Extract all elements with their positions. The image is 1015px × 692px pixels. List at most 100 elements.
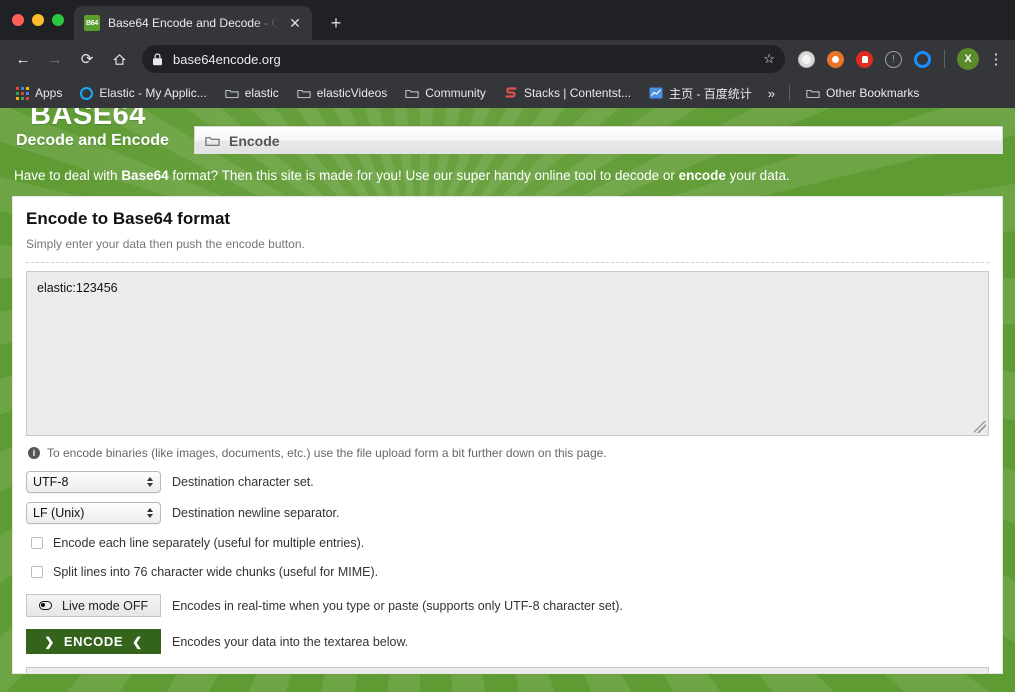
card-subtitle: Simply enter your data then push the enc… bbox=[26, 237, 305, 251]
intro-part-3: your data. bbox=[725, 168, 790, 183]
bookmark-label: Apps bbox=[35, 86, 63, 100]
url-text: base64encode.org bbox=[173, 51, 281, 67]
profile-avatar[interactable]: X bbox=[957, 48, 979, 70]
folder-icon bbox=[405, 89, 419, 98]
encode-each-line-label: Encode each line separately (useful for … bbox=[53, 536, 365, 550]
folder-icon bbox=[806, 89, 820, 98]
watermark-text: https://blog.csdn.net/UbuntuTouch bbox=[748, 673, 976, 674]
charset-select[interactable]: UTF-8 bbox=[26, 471, 161, 493]
bookmark-label: Stacks | Contentst... bbox=[523, 86, 632, 100]
tab-title: Base64 Encode and Decode - O bbox=[108, 16, 278, 30]
arrow-left-icon: ❮ bbox=[132, 634, 143, 649]
bookmark-label: Other Bookmarks bbox=[826, 86, 920, 100]
charset-row: UTF-8 Destination character set. bbox=[26, 471, 989, 493]
newline-select[interactable]: LF (Unix) bbox=[26, 502, 161, 524]
baidu-chart-icon bbox=[649, 87, 663, 99]
home-icon[interactable] bbox=[104, 44, 134, 74]
window-controls bbox=[8, 0, 74, 40]
minimize-window-button[interactable] bbox=[32, 14, 44, 26]
encode-button-label: ENCODE bbox=[63, 634, 124, 649]
chevron-updown-icon bbox=[147, 477, 153, 487]
input-textarea-wrapper bbox=[26, 271, 989, 436]
intro-part-1: Have to deal with bbox=[14, 168, 122, 183]
bookmark-elasticvideos[interactable]: elasticVideos bbox=[289, 83, 396, 103]
bookmarks-divider bbox=[789, 85, 791, 101]
newline-row: LF (Unix) Destination newline separator. bbox=[26, 502, 989, 524]
page-content: BASE64 Decode and Encode Encode Have to … bbox=[0, 108, 1015, 692]
encode-button[interactable]: ❯ ENCODE ❮ bbox=[26, 629, 161, 654]
bookmark-label: elasticVideos bbox=[316, 86, 388, 100]
brand-subtitle: Decode and Encode bbox=[16, 132, 169, 149]
encode-each-line-row: Encode each line separately (useful for … bbox=[26, 536, 989, 550]
info-icon: i bbox=[28, 447, 40, 459]
tab-encode-label: Encode bbox=[229, 132, 280, 149]
bookmark-label: Elastic - My Applic... bbox=[99, 86, 207, 100]
site-header: BASE64 Decode and Encode Encode bbox=[12, 108, 1003, 154]
bookmark-community[interactable]: Community bbox=[397, 83, 494, 103]
bookmark-elastic[interactable]: elastic bbox=[217, 83, 287, 103]
contentstack-icon bbox=[505, 87, 517, 98]
source-text-input[interactable] bbox=[26, 271, 989, 436]
reload-icon[interactable]: ⟳ bbox=[72, 44, 102, 74]
toggle-icon bbox=[39, 601, 52, 610]
charset-description: Destination character set. bbox=[172, 475, 314, 489]
back-icon[interactable]: ← bbox=[8, 44, 38, 74]
encode-card: Encode to Base64 format Simply enter you… bbox=[12, 196, 1003, 674]
encode-description: Encodes your data into the textarea belo… bbox=[172, 634, 409, 649]
site-tab-bar: Encode bbox=[194, 126, 1003, 154]
browser-window: B64 Base64 Encode and Decode - O ✕ + ← →… bbox=[0, 0, 1015, 692]
extension-grey-icon[interactable] bbox=[798, 50, 815, 68]
forward-icon[interactable]: → bbox=[40, 44, 70, 74]
browser-menu-icon[interactable]: ⋮ bbox=[985, 50, 1007, 68]
apps-grid-icon bbox=[16, 86, 29, 100]
live-mode-toggle-button[interactable]: Live mode OFF bbox=[26, 594, 161, 617]
encode-each-line-checkbox[interactable] bbox=[31, 537, 43, 549]
bookmarks-overflow-icon[interactable]: » bbox=[762, 86, 781, 101]
newline-value: LF (Unix) bbox=[33, 506, 85, 520]
browser-toolbar: ← → ⟳ base64encode.org ☆ ! X ⋮ bbox=[0, 40, 1015, 78]
close-tab-icon[interactable]: ✕ bbox=[286, 14, 304, 32]
bookmarks-bar: Apps Elastic - My Applic... elastic elas… bbox=[0, 78, 1015, 108]
bookmark-other-bookmarks[interactable]: Other Bookmarks bbox=[798, 83, 927, 103]
bookmark-apps[interactable]: Apps bbox=[8, 83, 70, 103]
home-glyph bbox=[112, 53, 126, 65]
toolbar-divider bbox=[944, 50, 945, 68]
newline-description: Destination newline separator. bbox=[172, 506, 340, 520]
bookmark-stacks-contentstack[interactable]: Stacks | Contentst... bbox=[496, 83, 639, 103]
close-window-button[interactable] bbox=[12, 14, 24, 26]
extension-blue-ring-icon[interactable] bbox=[914, 50, 931, 68]
extension-red-hand-icon[interactable] bbox=[856, 50, 873, 68]
output-textarea[interactable]: ZWxhc3RpYzoxMjM0NTY= https://blog.csdn.n… bbox=[26, 667, 989, 674]
bookmark-label: Community bbox=[425, 86, 486, 100]
maximize-window-button[interactable] bbox=[52, 14, 64, 26]
brand-title: BASE64 bbox=[30, 108, 146, 131]
bookmark-label: 主页 - 百度统计 bbox=[669, 86, 752, 101]
split-lines-checkbox[interactable] bbox=[31, 566, 43, 578]
intro-bold-encode: encode bbox=[678, 168, 726, 183]
browser-tab[interactable]: B64 Base64 Encode and Decode - O ✕ bbox=[74, 6, 312, 40]
binary-note: i To encode binaries (like images, docum… bbox=[28, 446, 989, 460]
bookmark-baidu-tongji[interactable]: 主页 - 百度统计 bbox=[641, 82, 760, 105]
encode-button-row: ❯ ENCODE ❮ Encodes your data into the te… bbox=[26, 629, 989, 654]
split-lines-label: Split lines into 76 character wide chunk… bbox=[53, 565, 379, 579]
bookmark-elastic-my-applications[interactable]: Elastic - My Applic... bbox=[72, 83, 214, 103]
elastic-circle-icon bbox=[80, 86, 94, 100]
live-mode-label: Live mode OFF bbox=[62, 598, 149, 613]
chevron-updown-icon bbox=[147, 508, 153, 518]
folder-icon bbox=[297, 89, 311, 98]
charset-value: UTF-8 bbox=[33, 475, 69, 489]
tab-encode[interactable]: Encode bbox=[194, 126, 1003, 154]
folder-icon bbox=[225, 89, 239, 98]
live-mode-row: Live mode OFF Encodes in real-time when … bbox=[26, 594, 989, 617]
new-tab-button[interactable]: + bbox=[322, 9, 350, 37]
intro-part-2: format? Then this site is made for you! … bbox=[168, 168, 679, 183]
extension-orange-icon[interactable] bbox=[827, 50, 844, 68]
extension-info-icon[interactable]: ! bbox=[885, 50, 902, 68]
tab-strip: B64 Base64 Encode and Decode - O ✕ + bbox=[0, 0, 1015, 40]
address-bar[interactable]: base64encode.org ☆ bbox=[142, 45, 785, 73]
bookmark-star-icon[interactable]: ☆ bbox=[763, 51, 775, 67]
intro-text: Have to deal with Base64 format? Then th… bbox=[12, 154, 1003, 196]
site-brand[interactable]: BASE64 Decode and Encode bbox=[12, 108, 194, 154]
card-title: Encode to Base64 format bbox=[26, 209, 231, 228]
divider bbox=[26, 262, 989, 263]
